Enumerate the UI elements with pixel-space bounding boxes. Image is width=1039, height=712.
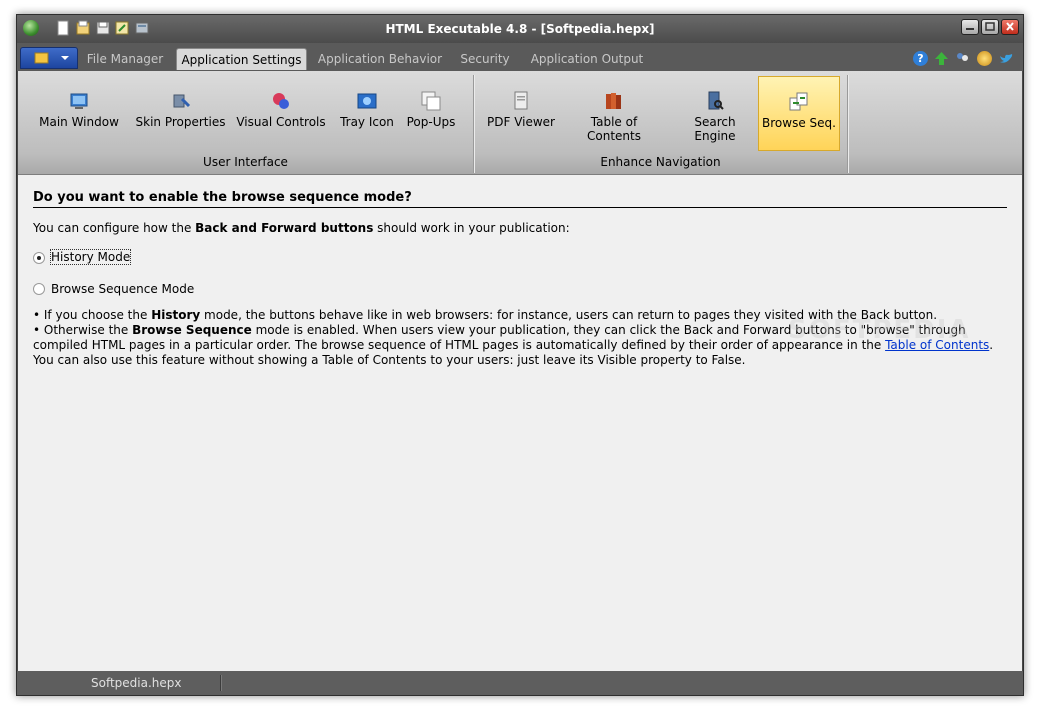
update-arrow-icon[interactable]: [934, 51, 949, 66]
ribbon-tab-row: File Manager Application Settings Applic…: [17, 43, 1023, 71]
radio-selected-dot: [37, 256, 41, 260]
ribbon-button-label: Table of Contents: [587, 115, 641, 143]
ribbon-button-label: Browse Seq.: [762, 116, 836, 130]
ribbon-button-main-window[interactable]: Main Window: [36, 75, 122, 145]
settings-content: Do you want to enable the browse sequenc…: [18, 175, 1022, 672]
ribbon-button-search-engine[interactable]: Search Engine: [673, 75, 757, 145]
group-label-enhance-navigation: Enhance Navigation: [600, 155, 721, 169]
ribbon-button-skin-properties[interactable]: Skin Properties: [135, 75, 226, 145]
ribbon-button-tray-icon[interactable]: Tray Icon: [336, 75, 398, 145]
pop-ups-icon: [421, 91, 441, 111]
maximize-button[interactable]: [981, 19, 999, 35]
tab-application-behavior[interactable]: Application Behavior: [317, 48, 443, 70]
ribbon-button-label: Main Window: [39, 115, 119, 129]
visible-property-note: You can also use this feature without sh…: [33, 353, 746, 367]
ribbon-button-pdf-viewer[interactable]: PDF Viewer: [485, 75, 557, 145]
status-bar: Softpedia.hepx: [17, 671, 1023, 695]
intro-text: You can configure how the Back and Forwa…: [33, 221, 570, 235]
twitter-icon[interactable]: [999, 51, 1014, 66]
app-menu-icon: [34, 52, 69, 64]
page-title: Do you want to enable the browse sequenc…: [33, 190, 1007, 208]
browse-seq-icon: [789, 92, 809, 112]
group-label-user-interface: User Interface: [203, 155, 288, 169]
minimize-button[interactable]: [961, 19, 979, 35]
award-icon[interactable]: [977, 51, 992, 66]
ribbon-button-label: PDF Viewer: [487, 115, 555, 129]
group-separator: [847, 75, 848, 173]
ribbon-button-label: Tray Icon: [340, 115, 394, 129]
title-bar: HTML Executable 4.8 - [Softpedia.hepx]: [17, 15, 1023, 43]
status-file-name: Softpedia.hepx: [91, 676, 182, 690]
main-window-icon: [69, 91, 89, 111]
tab-application-settings[interactable]: Application Settings: [176, 48, 307, 70]
window-title: HTML Executable 4.8 - [Softpedia.hepx]: [385, 22, 655, 36]
table-of-contents-icon: [604, 91, 624, 111]
close-button[interactable]: [1001, 19, 1019, 35]
browse-sequence-mode-radio[interactable]: [33, 283, 45, 295]
search-engine-icon: [705, 91, 725, 111]
ribbon-button-label: Search Engine: [694, 115, 736, 143]
ribbon-button-label: Visual Controls: [236, 115, 326, 129]
app-window: HTML Executable 4.8 - [Softpedia.hepx] F…: [16, 14, 1024, 696]
status-separator: [220, 675, 221, 691]
watermark: SOFTPEDIA: [788, 315, 971, 345]
skin-properties-icon: [171, 91, 191, 111]
ribbon-panel: Main Window Skin Properties Visual Contr…: [18, 71, 1022, 175]
ribbon-button-pop-ups[interactable]: Pop-Ups: [402, 75, 460, 145]
help-icon[interactable]: ?: [913, 51, 928, 66]
ribbon-button-browse-seq[interactable]: Browse Seq.: [758, 76, 840, 151]
ribbon-button-visual-controls[interactable]: Visual Controls: [236, 75, 326, 145]
history-mode-radio[interactable]: [33, 252, 45, 264]
tab-file-manager[interactable]: File Manager: [85, 48, 165, 70]
ribbon-button-label: Pop-Ups: [406, 115, 456, 129]
pdf-viewer-icon: [511, 91, 531, 111]
app-menu-button[interactable]: [20, 47, 78, 69]
visual-controls-icon: [271, 91, 291, 111]
tab-application-output[interactable]: Application Output: [529, 48, 645, 70]
ribbon-button-table-of-contents[interactable]: Table of Contents: [564, 75, 664, 145]
history-mode-label[interactable]: History Mode: [49, 249, 132, 265]
browse-sequence-mode-label[interactable]: Browse Sequence Mode: [51, 282, 194, 296]
tray-icon-icon: [357, 91, 377, 111]
tab-security[interactable]: Security: [457, 48, 513, 70]
community-icon[interactable]: [955, 51, 970, 66]
ribbon-button-label: Skin Properties: [135, 115, 226, 129]
